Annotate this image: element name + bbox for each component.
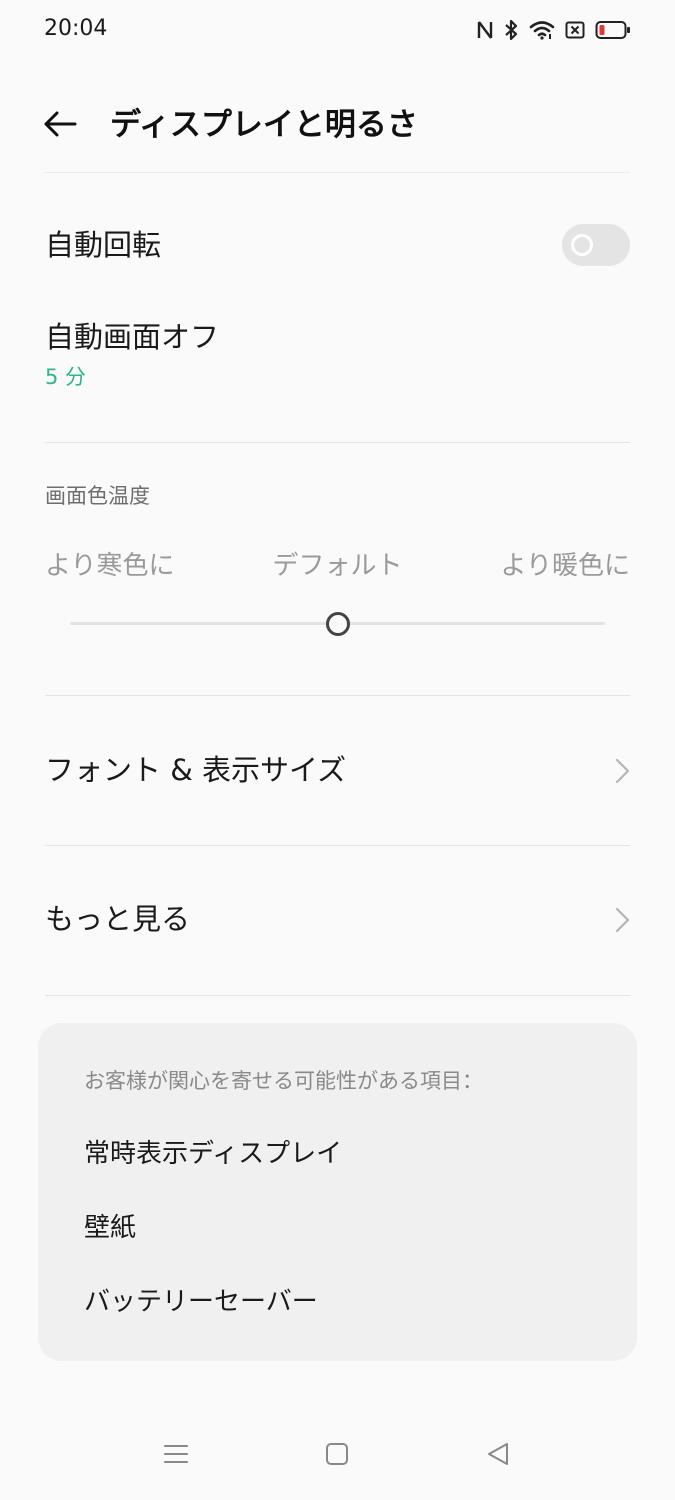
back-nav-button[interactable] — [476, 1434, 520, 1478]
nfc-icon — [477, 20, 493, 40]
battery-low-icon — [595, 20, 631, 40]
font-display-size-label: フォント & 表示サイズ — [45, 753, 347, 787]
chevron-right-icon — [614, 758, 630, 788]
navigation-bar — [0, 1410, 675, 1500]
divider — [45, 995, 630, 996]
color-temperature-slider-thumb[interactable] — [325, 612, 350, 636]
header: ディスプレイと明るさ — [0, 90, 675, 160]
divider — [45, 695, 630, 696]
screen-timeout-value: 5 分 — [45, 365, 87, 389]
auto-rotate-row[interactable]: 自動回転 — [45, 226, 630, 264]
status-icons — [477, 18, 631, 42]
chevron-right-icon — [614, 907, 630, 937]
suggestions-title: お客様が関心を寄せる可能性がある項目： — [84, 1069, 483, 1093]
back-triangle-icon — [486, 1442, 510, 1470]
arrow-left-icon — [43, 111, 77, 141]
screen-timeout-row[interactable]: 自動画面オフ 5 分 — [45, 318, 630, 392]
page-title: ディスプレイと明るさ — [110, 107, 418, 143]
auto-rotate-label: 自動回転 — [45, 228, 162, 262]
home-icon — [325, 1442, 349, 1470]
suggestion-wallpaper[interactable]: 壁紙 — [84, 1207, 136, 1244]
status-time: 20:04 — [44, 16, 108, 41]
divider — [45, 442, 630, 443]
suggestion-always-on-display[interactable]: 常時表示ディスプレイ — [84, 1133, 342, 1170]
status-bar: 20:04 — [0, 0, 675, 60]
home-button[interactable] — [315, 1434, 359, 1478]
cooler-label: より寒色に — [45, 551, 175, 581]
toggle-knob — [571, 234, 593, 256]
wifi-icon — [529, 20, 555, 40]
screen-timeout-label: 自動画面オフ — [45, 320, 220, 354]
divider — [45, 845, 630, 846]
color-temperature-labels: より寒色に デフォルト より暖色に — [45, 548, 630, 584]
suggestion-battery-saver[interactable]: バッテリーセーバー — [84, 1281, 318, 1318]
font-display-size-row[interactable]: フォント & 表示サイズ — [45, 751, 630, 789]
more-row[interactable]: もっと見る — [45, 900, 630, 938]
menu-icon — [163, 1443, 189, 1469]
sim-off-icon — [565, 21, 585, 39]
back-button[interactable] — [38, 104, 82, 148]
more-label: もっと見る — [45, 902, 191, 936]
color-temperature-title: 画面色温度 — [45, 484, 150, 508]
default-label: デフォルト — [272, 551, 403, 581]
warmer-label: より暖色に — [500, 551, 630, 581]
recent-apps-button[interactable] — [154, 1434, 198, 1478]
header-divider — [45, 172, 630, 173]
bluetooth-icon — [503, 19, 519, 41]
auto-rotate-toggle[interactable] — [562, 224, 630, 266]
suggestions-card: お客様が関心を寄せる可能性がある項目： 常時表示ディスプレイ 壁紙 バッテリーセ… — [38, 1023, 637, 1361]
